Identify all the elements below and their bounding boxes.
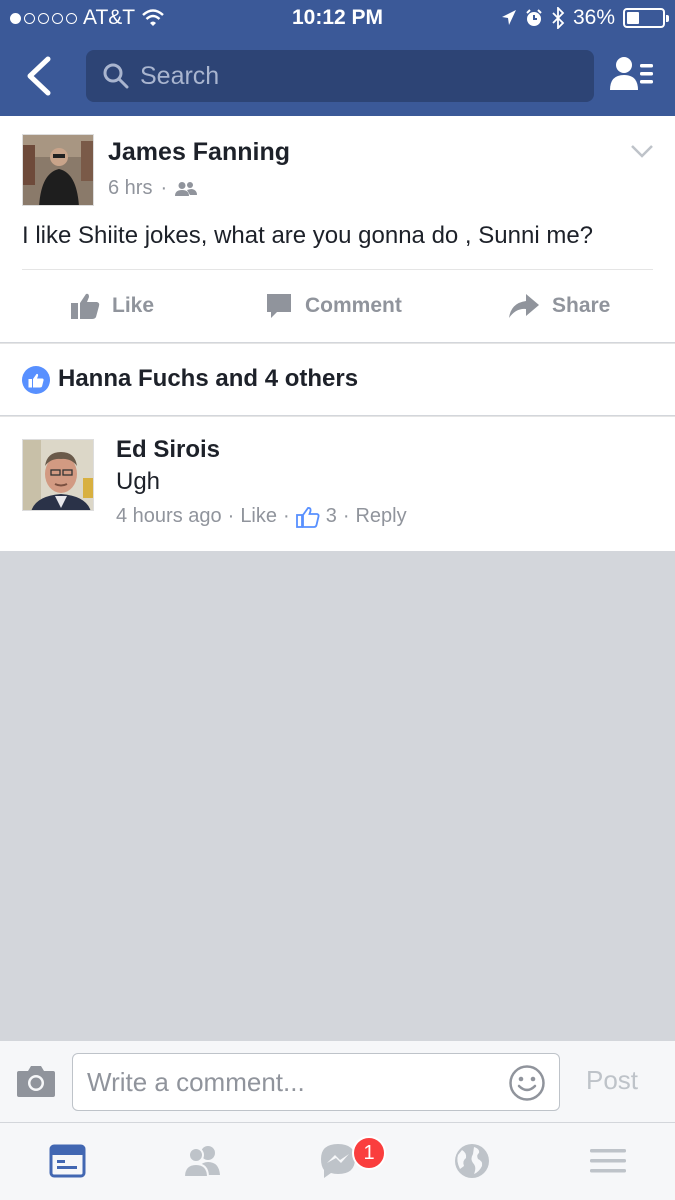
post-card: James Fanning 6 hrs · I like Shiite joke…	[0, 116, 675, 342]
meta-separator: ·	[342, 505, 350, 527]
like-reaction-icon	[22, 366, 50, 394]
post-comment-button[interactable]: Post	[586, 1065, 638, 1096]
share-button[interactable]: Share	[508, 286, 610, 326]
smiley-icon	[509, 1065, 545, 1101]
comment-input[interactable]	[72, 1053, 560, 1111]
post-divider	[22, 269, 653, 270]
post-options-chevron-icon[interactable]	[631, 144, 653, 158]
friend-requests-icon	[182, 1146, 220, 1178]
sticker-button[interactable]	[508, 1064, 546, 1102]
comment-like-count[interactable]: 3	[326, 505, 337, 528]
comment-text: Ugh	[116, 468, 161, 495]
alarm-icon	[526, 9, 542, 26]
battery-percent: 36%	[572, 6, 615, 29]
post-text: I like Shiite jokes, what are you gonna …	[22, 222, 594, 249]
news-feed-icon	[49, 1144, 86, 1178]
comment-author-avatar[interactable]	[22, 439, 94, 511]
search-bar[interactable]: Search	[86, 50, 594, 102]
post-meta: 6 hrs ·	[108, 177, 198, 200]
chevron-left-icon	[27, 56, 51, 96]
status-bar: AT&T 10:12 PM 36%	[0, 0, 675, 38]
camera-icon	[17, 1066, 55, 1097]
comment-author-name[interactable]: Ed Sirois	[116, 436, 220, 464]
post-author-name[interactable]: James Fanning	[108, 138, 290, 167]
meta-separator: ·	[227, 505, 235, 527]
search-icon	[103, 63, 129, 89]
top-header: AT&T 10:12 PM 36% Search	[0, 0, 675, 116]
share-label: Share	[552, 294, 611, 317]
comment-button[interactable]: Comment	[265, 286, 402, 326]
tab-menu[interactable]	[588, 1141, 628, 1181]
post-timestamp[interactable]: 6 hrs	[108, 177, 152, 200]
comment-composer: Post	[0, 1040, 675, 1122]
tab-news-feed[interactable]	[48, 1141, 88, 1181]
post-author-avatar[interactable]	[22, 134, 94, 206]
comment-meta: 4 hours ago · Like · 3 · Reply	[116, 505, 407, 528]
messenger-badge: 1	[352, 1136, 386, 1170]
comment-label: Comment	[305, 294, 402, 317]
status-right: 36%	[501, 6, 669, 30]
comment-like-count-icon	[295, 506, 320, 528]
bluetooth-icon	[552, 7, 565, 29]
share-arrow-icon	[509, 294, 539, 318]
camera-button[interactable]	[16, 1063, 56, 1099]
battery-icon	[623, 8, 669, 28]
like-label: Like	[112, 294, 155, 317]
friends-privacy-icon	[175, 181, 198, 196]
search-placeholder: Search	[140, 61, 220, 90]
comment-timestamp: 4 hours ago	[116, 505, 222, 527]
comment-like-link[interactable]: Like	[240, 505, 277, 528]
back-button[interactable]	[22, 55, 58, 97]
friends-list-icon	[610, 57, 653, 90]
location-arrow-icon	[501, 10, 516, 25]
tab-friend-requests[interactable]	[182, 1141, 222, 1181]
likes-summary-row[interactable]: Hanna Fuchs and 4 others	[0, 343, 675, 415]
bottom-tab-bar	[0, 1122, 675, 1200]
menu-icon	[590, 1149, 626, 1173]
likes-summary-text: Hanna Fuchs and 4 others	[58, 365, 359, 392]
meta-separator: ·	[283, 505, 290, 527]
notifications-globe-icon	[455, 1144, 489, 1178]
friends-list-button[interactable]	[608, 54, 656, 96]
thumbs-up-icon	[71, 293, 100, 319]
comment-bubble-icon	[267, 294, 291, 318]
post-actions: Like Comment Share	[0, 286, 675, 326]
comment-item: Ed Sirois Ugh 4 hours ago · Like · 3 · R…	[0, 416, 675, 551]
comment-reply-link[interactable]: Reply	[355, 505, 406, 528]
tab-notifications[interactable]	[452, 1141, 492, 1181]
like-button[interactable]: Like	[70, 286, 154, 326]
meta-separator: ·	[160, 177, 168, 199]
